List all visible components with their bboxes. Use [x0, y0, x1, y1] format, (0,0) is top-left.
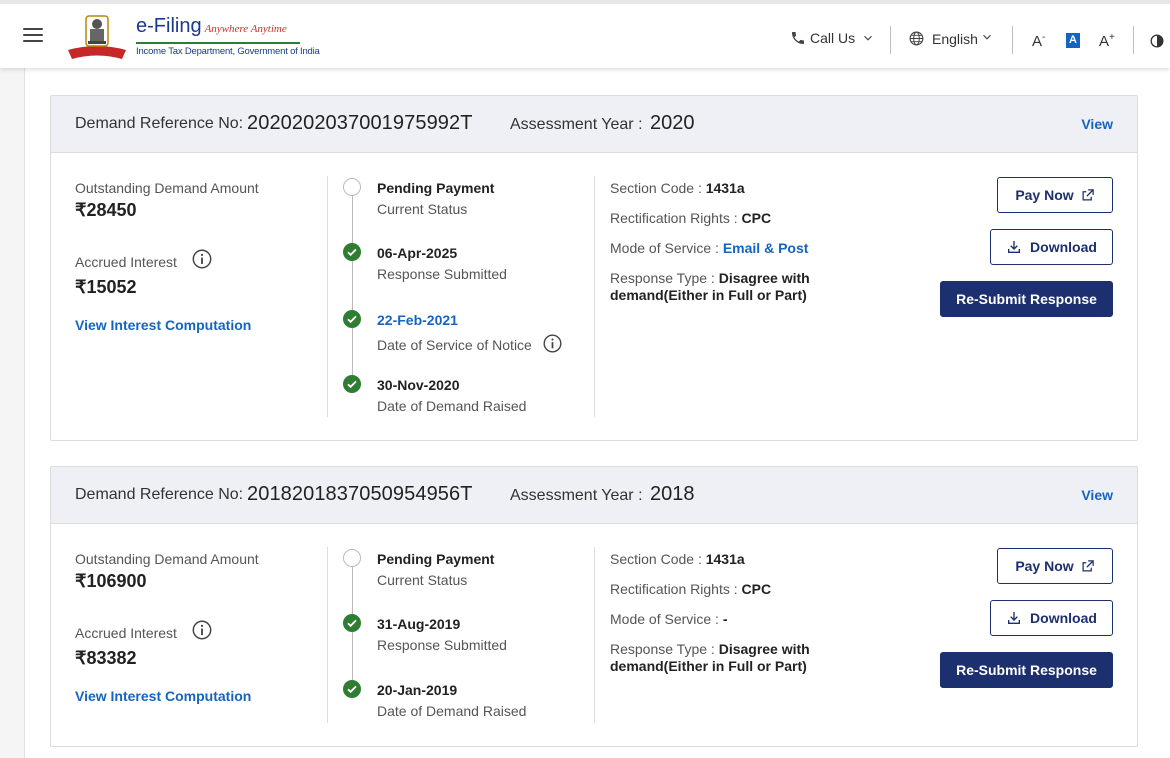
outstanding-amount: ₹106900: [75, 571, 147, 591]
pending-circle-icon: [343, 178, 361, 196]
assessment-year-label: Assessment Year :: [510, 116, 643, 133]
view-interest-computation-link[interactable]: View Interest Computation: [75, 317, 325, 333]
accrued-interest-label: Accrued Interest: [75, 253, 177, 270]
demand-ref-label: Demand Reference No:: [75, 115, 244, 132]
outstanding-label: Outstanding Demand Amount: [75, 180, 259, 196]
external-link-icon: [1082, 188, 1094, 200]
view-link[interactable]: View: [1081, 116, 1113, 132]
outstanding-label: Outstanding Demand Amount: [75, 551, 259, 567]
info-icon[interactable]: [191, 619, 213, 646]
view-interest-computation-link[interactable]: View Interest Computation: [75, 688, 325, 704]
check-circle-icon: [343, 310, 361, 328]
info-icon[interactable]: [191, 248, 213, 275]
brand-underline: [136, 42, 300, 44]
notice-date-link[interactable]: 22-Feb-2021: [377, 312, 458, 328]
accrued-interest-label: Accrued Interest: [75, 624, 177, 641]
assessment-year-value: 2020: [650, 112, 695, 134]
pending-circle-icon: [343, 549, 361, 567]
demand-ref-number: 2018201837050954956T: [247, 483, 473, 505]
demand-ref-label: Demand Reference No:: [75, 486, 244, 503]
demand-details: Section Code : 1431a Rectification Right…: [610, 551, 810, 674]
external-link-icon: [1082, 559, 1094, 571]
resubmit-response-button[interactable]: Re-Submit Response: [940, 281, 1113, 317]
brand-name: e-Filing: [136, 15, 202, 37]
contrast-toggle-icon[interactable]: [1150, 34, 1164, 48]
divider: [1012, 26, 1013, 54]
chevron-down-icon: [983, 34, 991, 40]
divider: [890, 26, 891, 54]
info-icon[interactable]: [542, 333, 563, 357]
chevron-down-icon: [864, 35, 873, 41]
efiling-logo[interactable]: e-Filing Anywhere Anytime Income Tax Depa…: [64, 12, 320, 64]
download-button[interactable]: Download: [990, 600, 1113, 636]
pay-now-button[interactable]: Pay Now: [997, 177, 1113, 213]
download-icon: [1008, 612, 1021, 624]
view-link[interactable]: View: [1081, 487, 1113, 503]
check-circle-icon: [343, 375, 361, 393]
rectification-value: CPC: [741, 210, 772, 226]
demand-details: Section Code : 1431a Rectification Right…: [610, 180, 810, 303]
font-standard-button[interactable]: A: [1066, 33, 1080, 48]
amount-column: Outstanding Demand Amount ₹106900 Accrue…: [75, 551, 325, 704]
outstanding-amount: ₹28450: [75, 200, 137, 220]
accrued-interest-amount: ₹83382: [75, 648, 137, 668]
divider: [1133, 26, 1134, 54]
download-icon: [1008, 241, 1021, 253]
divider: [594, 547, 595, 723]
phone-icon: [792, 32, 804, 44]
section-code-value: 1431a: [705, 551, 745, 567]
brand-tagline: Anywhere Anytime: [204, 23, 287, 35]
check-circle-icon: [343, 680, 361, 698]
language-dropdown[interactable]: English: [908, 30, 994, 47]
rectification-value: CPC: [741, 581, 772, 597]
divider: [594, 176, 595, 417]
top-header: e-Filing Anywhere Anytime Income Tax Depa…: [0, 0, 1170, 68]
font-increase-button[interactable]: A+: [1099, 32, 1115, 50]
mode-of-service-value: -: [722, 611, 728, 627]
divider: [327, 547, 328, 723]
assessment-year-value: 2018: [650, 483, 695, 505]
globe-icon: [909, 31, 924, 46]
check-circle-icon: [343, 243, 361, 261]
check-circle-icon: [343, 614, 361, 632]
national-emblem-icon: [68, 15, 126, 59]
response-type-value: Disagree with: [718, 641, 810, 657]
response-type-value: Disagree with: [718, 270, 810, 286]
demand-card: Demand Reference No: 2018201837050954956…: [50, 466, 1138, 747]
mode-of-service-value: Email & Post: [722, 240, 809, 256]
font-decrease-button[interactable]: A-: [1032, 32, 1045, 50]
demand-card-header: Demand Reference No: 2020202037001975992…: [51, 96, 1137, 153]
language-label: English: [932, 30, 978, 47]
call-us-label: Call Us: [810, 30, 856, 46]
hamburger-menu-icon[interactable]: [23, 28, 43, 42]
resubmit-response-button[interactable]: Re-Submit Response: [940, 652, 1113, 688]
amount-column: Outstanding Demand Amount ₹28450 Accrued…: [75, 180, 325, 333]
divider: [327, 176, 328, 417]
demand-ref-number: 2020202037001975992T: [247, 112, 473, 134]
brand-subtitle: Income Tax Department, Government of Ind…: [136, 46, 320, 57]
call-us-dropdown[interactable]: Call Us: [790, 30, 875, 46]
demand-card: Demand Reference No: 2020202037001975992…: [50, 95, 1138, 441]
section-code-value: 1431a: [705, 180, 745, 196]
assessment-year-label: Assessment Year :: [510, 487, 643, 504]
accrued-interest-amount: ₹15052: [75, 277, 137, 297]
demand-card-header: Demand Reference No: 2018201837050954956…: [51, 467, 1137, 524]
download-button[interactable]: Download: [990, 229, 1113, 265]
pay-now-button[interactable]: Pay Now: [997, 548, 1113, 584]
